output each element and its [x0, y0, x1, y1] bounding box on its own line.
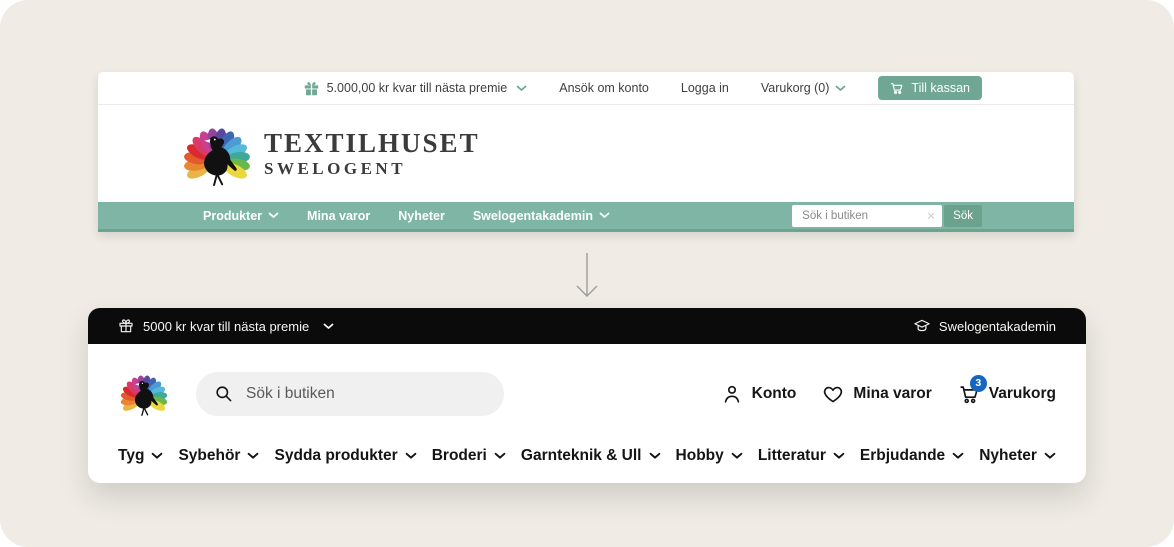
new-site-header: 5000 kr kvar till nästa premie Swelogent…: [88, 308, 1086, 483]
old-nav-swelogentakademin[interactable]: Swelogentakademin: [473, 209, 610, 223]
new-main-row: Konto Mina varor 3: [88, 344, 1086, 421]
wishlist-label: Mina varor: [853, 384, 932, 402]
nav-label: Swelogentakademin: [472, 208, 593, 223]
nav-hobby[interactable]: Hobby: [676, 447, 743, 465]
chevron-down-icon: [516, 85, 527, 92]
close-icon[interactable]: ×: [927, 208, 935, 222]
academy-link[interactable]: Swelogentakademin: [913, 317, 1056, 335]
search-icon: [214, 384, 233, 403]
chevron-down-icon: [247, 452, 259, 460]
chevron-down-icon: [649, 452, 661, 460]
nav-garnteknik-ull[interactable]: Garnteknik & Ull: [521, 447, 661, 465]
checkout-button[interactable]: Till kassan: [878, 76, 982, 100]
chevron-down-icon: [1044, 452, 1056, 460]
new-actions: Konto Mina varor 3 Varukorg: [721, 374, 1056, 405]
chevron-down-icon: [268, 212, 279, 219]
nav-nyheter[interactable]: Nyheter: [979, 447, 1056, 465]
chevron-down-icon: [494, 452, 506, 460]
login-link[interactable]: Logga in: [681, 81, 729, 95]
peacock-logo: [182, 126, 252, 186]
nav-sydda-produkter[interactable]: Sydda produkter: [275, 447, 417, 465]
cart-button[interactable]: 3 Varukorg: [958, 374, 1056, 405]
nav-label: Broderi: [431, 447, 487, 464]
nav-label: Mina varor: [307, 208, 371, 223]
old-site-header: 5.000,00 kr kvar till nästa premie Ansök…: [98, 72, 1074, 232]
account-button[interactable]: Konto: [721, 383, 797, 405]
logo-title: TEXTILHUSET: [264, 128, 480, 159]
old-search-group: × Sök: [792, 204, 982, 227]
nav-label: Produkter: [203, 208, 263, 223]
chevron-down-icon: [323, 323, 334, 330]
nav-tyg[interactable]: Tyg: [118, 447, 163, 465]
cart-badge: 3: [969, 374, 987, 392]
chevron-down-icon: [151, 452, 163, 460]
checkout-label: Till kassan: [911, 81, 970, 95]
chevron-down-icon: [405, 452, 417, 460]
nav-erbjudande[interactable]: Erbjudande: [860, 447, 964, 465]
nav-label: Erbjudande: [859, 447, 946, 464]
logo-subtitle: SWELOGENT: [264, 158, 407, 178]
chevron-down-icon: [833, 452, 845, 460]
old-nav-produkter[interactable]: Produkter: [203, 209, 279, 223]
account-label: Konto: [751, 384, 797, 402]
new-search-input[interactable]: [246, 384, 486, 403]
nav-label: Litteratur: [757, 447, 826, 464]
old-nav-items: Produkter Mina varor Nyheter Swelogentak…: [203, 209, 610, 223]
chevron-down-icon: [599, 212, 610, 219]
old-search-input[interactable]: [792, 204, 943, 227]
cart-label: Varukorg: [988, 384, 1056, 402]
chevron-down-icon: [731, 452, 743, 460]
nav-broderi[interactable]: Broderi: [432, 447, 506, 465]
cart-icon: 3: [958, 374, 987, 405]
nav-label: Nyheter: [398, 208, 445, 223]
peacock-logo[interactable]: [118, 366, 170, 421]
old-cart-label: Varukorg (0): [760, 81, 830, 95]
chevron-down-icon: [835, 85, 846, 92]
heart-icon: [822, 383, 844, 405]
graduation-cap-icon: [913, 317, 931, 335]
old-nav-mina-varor[interactable]: Mina varor: [307, 209, 370, 223]
old-site-logo[interactable]: TEXTILHUSET SWELOGENT: [180, 115, 480, 193]
nav-label: Tyg: [118, 447, 145, 464]
old-search-button[interactable]: Sök: [944, 204, 982, 227]
academy-label: Swelogentakademin: [938, 318, 1056, 334]
old-search-wrap: ×: [792, 204, 943, 227]
new-search-bar[interactable]: [196, 371, 504, 416]
chevron-down-icon: [952, 452, 964, 460]
apply-account-link[interactable]: Ansök om konto: [559, 81, 649, 95]
nav-label: Sydda produkter: [274, 447, 398, 464]
cart-icon: [890, 81, 904, 95]
nav-label: Sybehör: [178, 447, 241, 464]
nav-litteratur[interactable]: Litteratur: [758, 447, 845, 465]
new-navbar: Tyg Sybehör Sydda produkter Broderi Garn…: [88, 421, 1086, 483]
new-premie-dropdown[interactable]: 5000 kr kvar till nästa premie: [118, 318, 334, 334]
comparison-canvas: 5.000,00 kr kvar till nästa premie Ansök…: [0, 0, 1174, 547]
old-cart-dropdown[interactable]: Varukorg (0): [761, 81, 847, 95]
gift-icon: [118, 318, 134, 334]
old-navbar: Produkter Mina varor Nyheter Swelogentak…: [98, 202, 1074, 232]
old-premie-dropdown[interactable]: 5.000,00 kr kvar till nästa premie: [303, 80, 528, 97]
nav-label: Hobby: [675, 447, 724, 464]
new-utility-bar: 5000 kr kvar till nästa premie Swelogent…: [88, 308, 1086, 344]
gift-icon: [303, 80, 320, 97]
new-premie-text: 5000 kr kvar till nästa premie: [143, 318, 310, 334]
user-icon: [721, 383, 743, 405]
old-logo-area: TEXTILHUSET SWELOGENT: [98, 105, 1074, 202]
nav-label: Nyheter: [979, 447, 1037, 464]
old-nav-nyheter[interactable]: Nyheter: [398, 209, 445, 223]
old-premie-text: 5.000,00 kr kvar till nästa premie: [326, 81, 508, 95]
down-arrow-icon: [574, 252, 600, 305]
old-utility-bar: 5.000,00 kr kvar till nästa premie Ansök…: [98, 72, 1074, 105]
nav-sybehor[interactable]: Sybehör: [178, 447, 259, 465]
wishlist-button[interactable]: Mina varor: [822, 383, 932, 405]
nav-label: Garnteknik & Ull: [520, 447, 642, 464]
old-logo-text: TEXTILHUSET SWELOGENT: [264, 129, 480, 177]
